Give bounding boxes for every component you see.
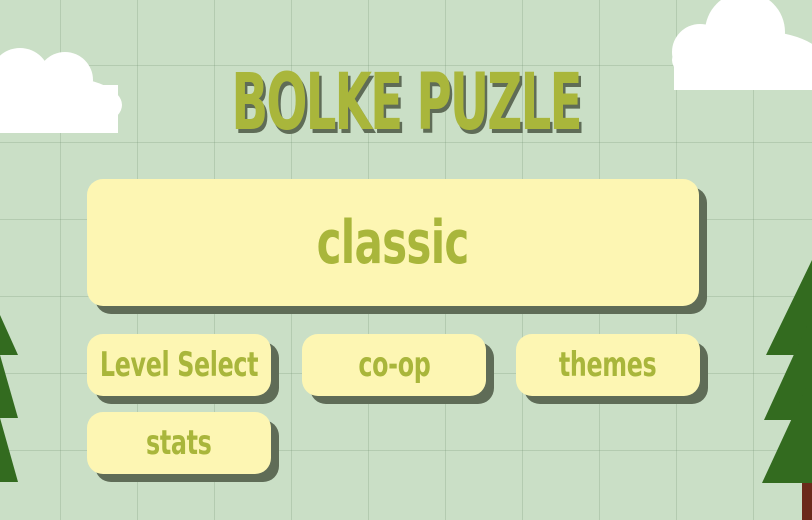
game-title: BOLKE PUZLE [231,58,582,148]
stats-button-label: stats [146,423,212,463]
themes-button[interactable]: themes [516,334,700,396]
pine-tree-icon [0,315,18,482]
cloud-icon [672,0,812,90]
level-select-button[interactable]: Level Select [87,334,271,396]
coop-button[interactable]: co-op [302,334,486,396]
classic-button-label: classic [316,207,470,278]
coop-button-label: co-op [358,345,430,385]
pine-tree-icon [762,260,812,520]
cloud-icon [0,48,122,133]
classic-button[interactable]: classic [87,179,699,306]
level-select-button-label: Level Select [99,345,259,385]
stats-button[interactable]: stats [87,412,271,474]
themes-button-label: themes [559,345,657,385]
